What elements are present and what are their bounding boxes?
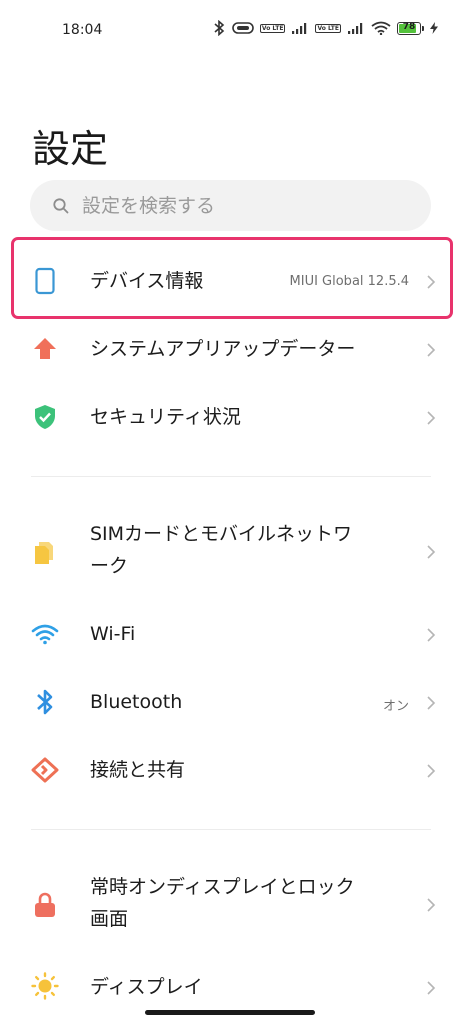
up-arrow-icon	[31, 335, 59, 363]
section-divider	[31, 829, 431, 830]
status-icons: Vo LTE Vo LTE 78	[212, 20, 438, 36]
settings-item-connection-sharing[interactable]: 接続と共有	[0, 737, 460, 803]
settings-item-label: 接続と共有	[90, 759, 186, 781]
status-bar: 18:04 Vo LTE Vo LTE 78	[0, 0, 460, 62]
chevron-right-icon	[427, 545, 436, 559]
shield-check-icon	[31, 403, 59, 431]
chevron-right-icon	[427, 764, 436, 778]
search-bar[interactable]	[30, 180, 431, 231]
chevron-right-icon	[427, 981, 436, 995]
wifi-status-icon	[371, 21, 391, 35]
battery-icon: 78	[397, 21, 421, 35]
settings-item-always-on-display[interactable]: 常時オンディスプレイとロック 画面	[0, 865, 460, 945]
settings-item-label: 常時オンディスプレイとロック	[90, 876, 355, 898]
battery-cap	[422, 25, 424, 31]
settings-item-label: システムアプリアップデーター	[90, 338, 356, 360]
settings-item-wifi[interactable]: Wi-Fi	[0, 601, 460, 667]
settings-item-value: オン	[382, 699, 409, 714]
search-icon	[53, 198, 69, 214]
chevron-right-icon	[427, 898, 436, 912]
signal-2-icon	[348, 23, 363, 34]
section-divider	[31, 476, 431, 477]
sim-card-icon	[31, 538, 59, 566]
settings-item-security[interactable]: セキュリティ状況	[0, 384, 460, 450]
battery-level: 78	[402, 21, 416, 32]
signal-1-icon	[292, 23, 307, 34]
wifi-icon	[31, 620, 59, 648]
search-input[interactable]	[82, 180, 412, 231]
settings-item-sim[interactable]: SIMカードとモバイルネットワ ーク	[0, 512, 460, 592]
settings-item-system-update[interactable]: システムアプリアップデーター	[0, 316, 460, 382]
nfc-status-icon	[232, 22, 254, 34]
chevron-right-icon	[427, 696, 436, 710]
sun-icon	[31, 972, 59, 1000]
settings-item-label-continued: ーク	[90, 555, 129, 577]
settings-item-bluetooth[interactable]: Bluetooth オン	[0, 669, 460, 735]
settings-item-label: Bluetooth	[90, 691, 183, 713]
settings-item-label: Wi-Fi	[90, 623, 136, 645]
settings-item-label: SIMカードとモバイルネットワ	[90, 523, 353, 545]
chevron-right-icon	[427, 628, 436, 642]
volte-1-icon: Vo LTE	[259, 23, 286, 33]
charging-icon	[430, 22, 438, 34]
page-title: 設定	[32, 127, 109, 171]
bluetooth-status-icon	[214, 20, 225, 36]
settings-item-label: セキュリティ状況	[90, 406, 241, 428]
volte-2-icon: Vo LTE	[315, 23, 341, 33]
settings-item-display[interactable]: ディスプレイ	[0, 956, 460, 1016]
lock-icon	[31, 891, 59, 919]
chevron-right-icon	[427, 343, 436, 357]
share-icon	[31, 756, 59, 784]
settings-item-label-continued: 画面	[90, 908, 129, 930]
chevron-right-icon	[427, 411, 436, 425]
settings-item-label: ディスプレイ	[90, 976, 203, 998]
highlight-frame	[11, 237, 453, 319]
gesture-navigation-bar[interactable]	[145, 1010, 315, 1015]
status-time: 18:04	[62, 22, 103, 38]
bluetooth-icon	[31, 688, 59, 716]
